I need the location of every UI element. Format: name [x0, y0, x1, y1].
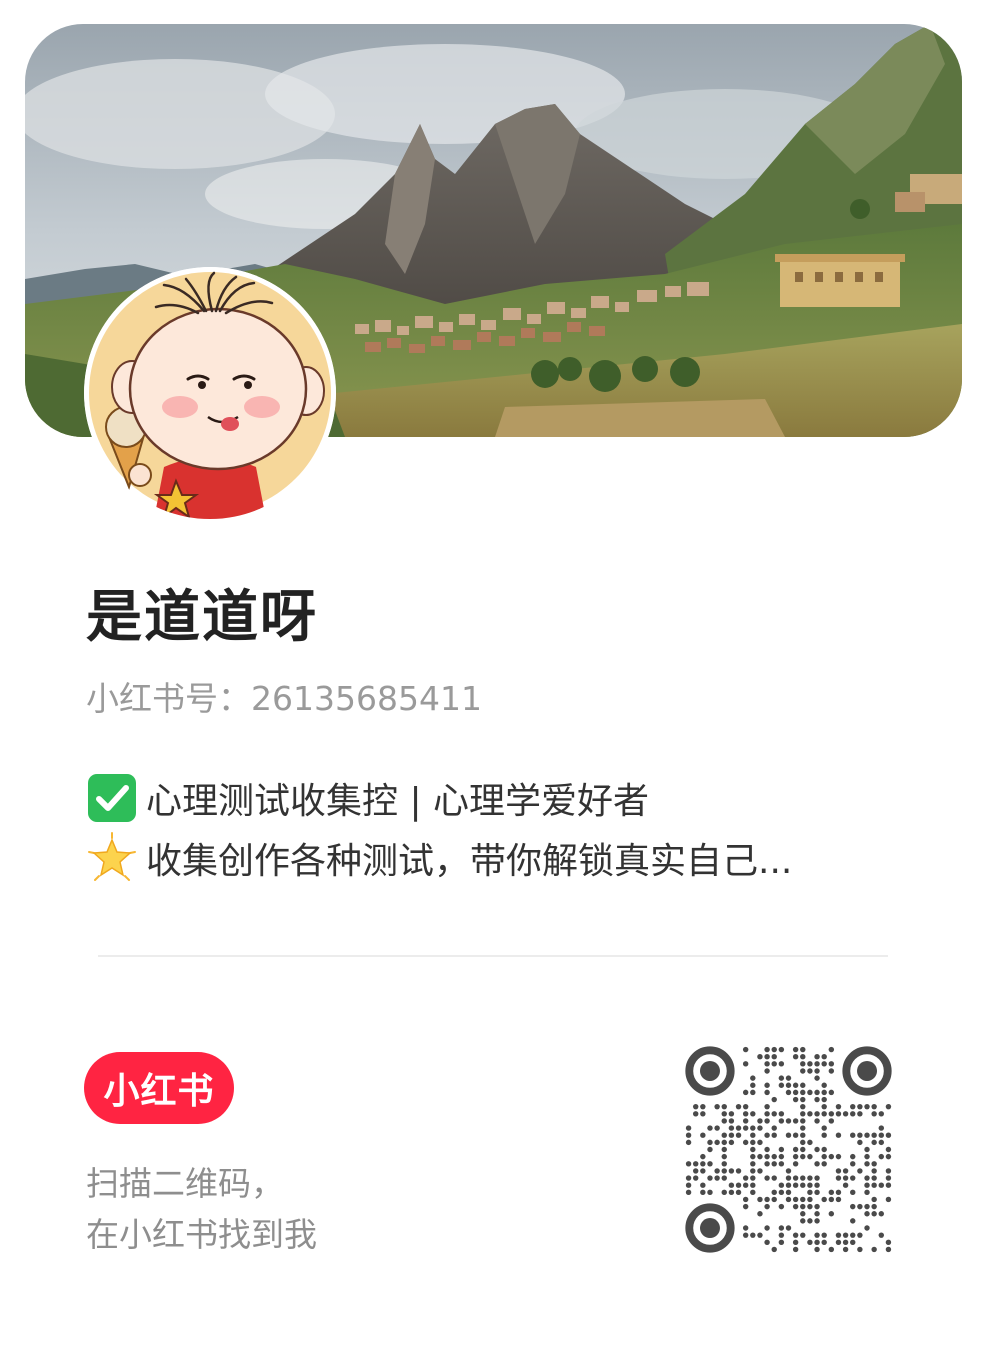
qr-code[interactable] [685, 1046, 892, 1253]
bio-text-2: 收集创作各种测试，带你解锁真实自己... [146, 841, 793, 882]
account-id-line: 小红书号：26135685411 [86, 677, 482, 721]
bio-text-1: 心理测试收集控 | 心理学爱好者 [146, 781, 650, 822]
xiaohongshu-logo: 小红书 [84, 1052, 234, 1124]
avatar[interactable] [84, 267, 336, 519]
glowing-star-icon [88, 832, 136, 881]
scan-instructions: 扫描二维码， 在小红书找到我 [86, 1158, 317, 1260]
bio-line-2: 收集创作各种测试，带你解锁真实自己... [86, 828, 916, 888]
scan-text-line-1: 扫描二维码， [86, 1164, 284, 1203]
account-id-value: 26135685411 [251, 679, 482, 718]
profile-nickname: 是道道呀 [86, 585, 318, 650]
account-id-label: 小红书号： [86, 679, 251, 718]
bio-line-1: 心理测试收集控 | 心理学爱好者 [86, 768, 916, 828]
check-mark-button-icon [88, 774, 136, 822]
divider [98, 955, 888, 957]
scan-text-line-2: 在小红书找到我 [86, 1215, 317, 1254]
profile-bio: 心理测试收集控 | 心理学爱好者 收集创作各种测试，带你解锁真实自己... [86, 768, 916, 888]
